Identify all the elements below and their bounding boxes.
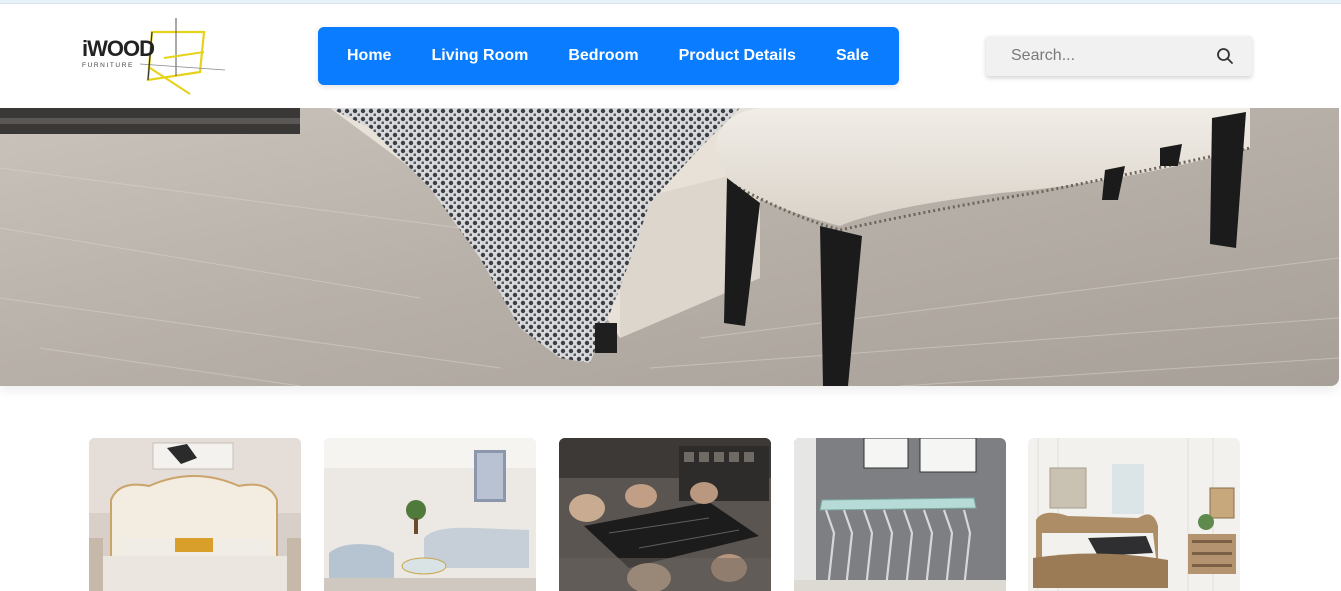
product-image (794, 438, 1006, 591)
nav-home[interactable]: Home (347, 47, 391, 65)
main-nav: Home Living Room Bedroom Product Details… (318, 27, 899, 85)
nav-bedroom[interactable]: Bedroom (568, 47, 638, 65)
site-header: iWOOD FURNITURE Home Living Room Bedroom… (0, 4, 1341, 108)
product-card-sleigh-bed[interactable] (1028, 438, 1240, 591)
search-box (986, 36, 1252, 76)
product-gallery (0, 438, 1341, 591)
nav-product-details[interactable]: Product Details (679, 47, 796, 65)
brand-name: iWOOD (82, 36, 155, 61)
nav-sale[interactable]: Sale (836, 47, 869, 65)
product-card-dining-table[interactable] (559, 438, 771, 591)
search-input[interactable] (986, 36, 1212, 76)
product-image (324, 438, 536, 591)
nav-living-room[interactable]: Living Room (431, 47, 528, 65)
brand-logo[interactable]: iWOOD FURNITURE (80, 18, 230, 96)
search-icon[interactable] (1216, 47, 1234, 65)
product-card-console-table[interactable] (794, 438, 1006, 591)
brand-tagline: FURNITURE (82, 62, 134, 69)
hero-image (0, 108, 1339, 386)
product-card-bed[interactable] (89, 438, 301, 591)
product-card-sofa[interactable] (324, 438, 536, 591)
product-image (1028, 438, 1240, 591)
product-image (89, 438, 301, 591)
hero-banner (0, 108, 1339, 386)
product-image (559, 438, 771, 591)
